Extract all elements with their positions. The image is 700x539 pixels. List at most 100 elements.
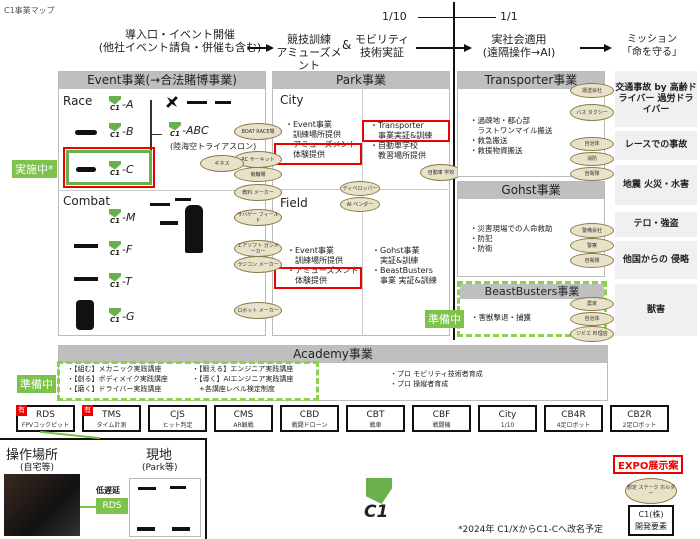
page-title: C1事業マップ	[4, 6, 55, 15]
flow-stage-mission-line2: 「命を守る」	[622, 47, 682, 58]
product-tms[interactable]: 有 TMS タイム計測	[82, 405, 141, 432]
list-item: ・【磨く】ドライバー実践講座	[67, 385, 162, 393]
product-cjs[interactable]: CJS ヒット判定	[148, 405, 207, 432]
flow-stage-intro-line2: (他社イベント請負・併催も含む)	[98, 41, 262, 54]
tank-icon	[160, 221, 178, 225]
list-item: ラストワンマイル搬送	[470, 126, 553, 135]
product-cms[interactable]: CMS AR観戦	[214, 405, 273, 432]
mission-invasion: 他国からの 侵略	[615, 241, 697, 279]
product-name: CBF	[432, 410, 451, 420]
list-item: ・Event事業	[287, 246, 334, 255]
product-sub: ヒット判定	[162, 422, 193, 429]
product-cbf[interactable]: CBF 戦闘機	[412, 405, 471, 432]
combat-item-g: C1 -G	[108, 305, 135, 324]
mission-terror: テロ・強盗	[615, 212, 697, 237]
race-item-abc: C1 -ABC	[168, 119, 209, 138]
city-label: City	[280, 93, 304, 107]
city-amusement-highlight	[274, 143, 362, 165]
beast-list: ・害獣撃退・捕獲	[471, 313, 531, 323]
city-transporter-highlight	[362, 120, 450, 142]
product-cb4r[interactable]: CB4R 4足ロボット	[544, 405, 603, 432]
field-right-list: ・Gohst事業 実証&訓練 ・BeastBusters 事業 実証&訓練	[372, 246, 437, 286]
rename-note: *2024年 C1/XからC1-Cへ改名予定	[458, 525, 604, 535]
rds-link-line	[80, 506, 96, 508]
product-city[interactable]: City 1/10	[478, 405, 537, 432]
flow-stage-intro: 導入口・イベント開催 (他社イベント請負・併催も含む)	[85, 28, 275, 54]
scale-left-label: 1/10	[382, 10, 407, 23]
product-name: CBT	[366, 410, 385, 420]
list-item: 事業 実証&訓練	[372, 276, 437, 285]
scale-right-label: 1/1	[500, 10, 518, 23]
drone-icon	[175, 198, 191, 201]
connector-line	[152, 134, 162, 135]
combat-item-f: C1 -F	[108, 238, 132, 257]
race-c-active-box	[66, 150, 152, 185]
site-sub: (Park等)	[142, 463, 178, 473]
c1-logo-icon: C1	[108, 272, 122, 289]
stakeholder-airsoft: エアソフト ガンメーカー	[234, 240, 282, 257]
status-badge-active: 実施中*	[12, 160, 57, 178]
stakeholder-sdf-2: 自衛隊	[570, 253, 614, 268]
cockpit-image	[4, 474, 80, 536]
academy-right-list: ・プロ モビリティ技術者育成 ・プロ 操縦者育成	[390, 369, 483, 389]
op-place-sub: (自宅等)	[20, 463, 55, 473]
boat-icon	[75, 130, 97, 135]
combat-item-t-label: -T	[122, 275, 132, 288]
stakeholder-transport-co: 運送会社	[570, 83, 614, 98]
stakeholder-keirin: 競輪場	[234, 167, 282, 182]
flow-arrowhead	[266, 44, 274, 52]
mission-traffic: 交通事故 by 高齢ドライバー 過労ドライバー	[615, 71, 697, 127]
soldier-icon	[185, 205, 203, 253]
park-header: Park事業	[273, 72, 449, 89]
list-item: ・BeastBusters	[372, 266, 433, 275]
stakeholder-police: 警察	[570, 238, 614, 253]
list-item: +各講座レベル検定制度	[192, 385, 275, 393]
product-sub: 戦闘ドローン	[291, 422, 328, 429]
list-item: ・プロ 操縦者育成	[390, 380, 449, 388]
c1-dev-box: C1(株) 開発要素	[628, 505, 674, 536]
product-sub: タイム計測	[96, 422, 127, 429]
list-item: ・【鍛える】エンジニア実践講座	[192, 365, 294, 373]
flow-stage-training-line1: 競技訓練	[287, 33, 331, 46]
race-item-a: C1 -A	[108, 93, 134, 112]
event-header: Event事業(→合法賭博事業)	[59, 72, 265, 89]
list-item: 実証&訓練	[372, 256, 419, 265]
list-item: ・【導く】AIエンジニア実践講座	[192, 375, 294, 383]
gohst-header: Gohst事業	[458, 182, 604, 199]
stakeholder-materials: 教料 メーカー	[234, 184, 282, 201]
mission-race-accident: レースでの事故	[615, 131, 697, 160]
list-item: 訓練場所提供	[287, 256, 343, 265]
race-item-abc-label: -ABC	[182, 124, 209, 137]
race-label: Race	[63, 94, 93, 108]
flow-stage-realworld-line2: (遠隔操作→AI)	[482, 46, 556, 59]
flow-stage-training: 競技訓練 アミューズメント	[274, 33, 344, 72]
product-sub: 戦闘機	[432, 422, 451, 429]
stakeholder-boat: BOAT RACE場	[234, 123, 282, 140]
stakeholder-gibier: ジビエ 料理店	[570, 326, 614, 342]
combat-item-m: C1 -M	[108, 206, 135, 225]
stakeholder-robot: ロボット メーカー	[234, 302, 282, 319]
list-item: ・【組む】メカニック実践講座	[67, 365, 162, 373]
product-sub: AR観戦	[233, 422, 254, 429]
combat-label: Combat	[63, 194, 111, 208]
flow-stage-realworld: 実社会適用 (遠隔操作→AI)	[474, 33, 564, 59]
field-amusement-highlight	[274, 267, 362, 289]
product-cb2r[interactable]: CB2R 2足ロボット	[610, 405, 669, 432]
fighter-jet-icon	[74, 244, 98, 248]
c1-logo-icon: C1	[108, 240, 122, 257]
list-item: 教習場所提供	[370, 151, 426, 160]
product-name: City	[498, 410, 517, 420]
product-rds[interactable]: 有 RDS FPVコックピット	[16, 405, 75, 432]
flow-arrow	[416, 47, 466, 49]
product-name: CMS	[233, 410, 254, 420]
combat-item-f-label: -F	[122, 243, 133, 256]
flow-arrow	[580, 47, 606, 49]
product-cbt[interactable]: CBT 戦車	[346, 405, 405, 432]
list-item: ・過疎地・都心部	[470, 116, 530, 125]
product-cbd[interactable]: CBD 戦闘ドローン	[280, 405, 339, 432]
latency-label: 低遅延	[96, 486, 120, 495]
drone-icon	[170, 486, 186, 489]
flow-stage-mobility: モビリティ 技術実証	[352, 33, 412, 59]
expo-stakeholder: 想定 ステーク ホルダー	[625, 478, 677, 504]
list-item: ・防犯	[470, 234, 493, 243]
